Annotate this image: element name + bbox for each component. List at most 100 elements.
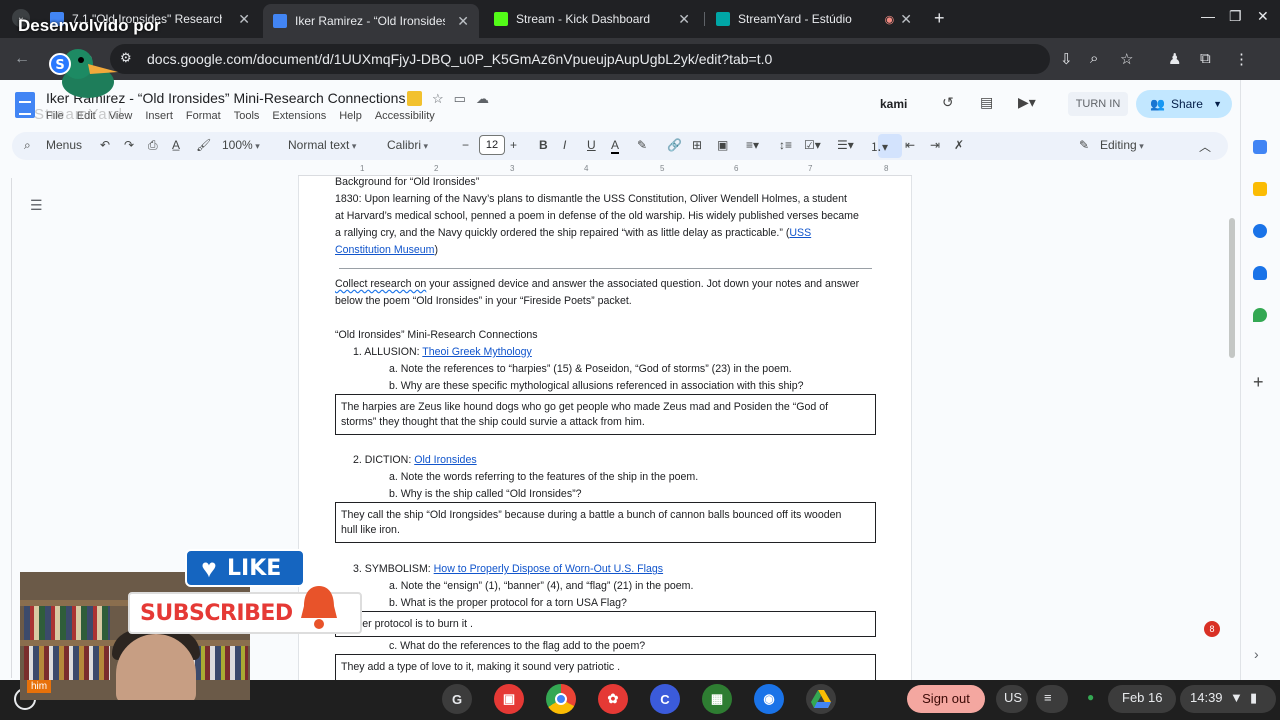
keep-icon[interactable] xyxy=(1253,182,1267,196)
site-info-icon[interactable]: ⚙ xyxy=(120,50,132,66)
close-window-icon[interactable]: ✕ xyxy=(1257,8,1269,25)
menu-tools[interactable]: Tools xyxy=(234,110,260,122)
new-tab-icon[interactable]: + xyxy=(934,8,945,29)
move-folder-icon[interactable]: ▭ xyxy=(454,91,466,107)
tab-close-icon[interactable]: ✕ xyxy=(232,11,250,28)
browser-tab-active[interactable]: Iker Ramirez - “Old Ironsides” M... ✕ xyxy=(263,4,479,38)
comments-icon[interactable]: ▤ xyxy=(980,94,993,111)
profile-icon[interactable]: ♟ xyxy=(1168,50,1181,68)
chrome-app-icon[interactable] xyxy=(546,684,576,714)
tab-close-icon[interactable]: ✕ xyxy=(894,11,912,28)
print-icon[interactable]: ⎙ xyxy=(148,138,158,153)
classroom-app-icon[interactable]: ▦ xyxy=(702,684,732,714)
search-menus-label[interactable]: Menus xyxy=(46,138,82,152)
increase-font-icon[interactable]: + xyxy=(510,138,517,152)
add-addon-icon[interactable]: + xyxy=(1253,372,1264,393)
keyboard-lang[interactable]: US xyxy=(1004,690,1022,705)
maps-icon[interactable] xyxy=(1253,308,1267,322)
numbered-list-icon[interactable]: ⒈▾ xyxy=(870,138,888,155)
google-search-app-icon[interactable]: G xyxy=(442,684,472,714)
drive-app-icon[interactable] xyxy=(806,684,836,714)
sign-out-button[interactable]: Sign out xyxy=(907,685,985,713)
decrease-indent-icon[interactable]: ⇤ xyxy=(905,138,915,152)
canvas-app-icon[interactable]: ✿ xyxy=(598,684,628,714)
editing-mode-select[interactable]: Editing xyxy=(1100,138,1170,152)
docs-logo-icon[interactable] xyxy=(15,92,35,118)
clipboard-pill[interactable] xyxy=(1036,685,1068,713)
zoom-icon[interactable]: ⌕ xyxy=(1090,50,1098,67)
chevron-right-icon[interactable]: › xyxy=(1254,646,1259,662)
tasks-icon[interactable] xyxy=(1253,224,1267,238)
museum-link[interactable]: Constitution Museum xyxy=(335,244,435,256)
maximize-icon[interactable]: ❐ xyxy=(1229,8,1242,25)
bullet-list-icon[interactable]: ☰▾ xyxy=(837,138,854,152)
spellcheck-icon[interactable]: A̲ xyxy=(172,138,180,152)
menu-help[interactable]: Help xyxy=(339,110,362,122)
decrease-font-icon[interactable]: − xyxy=(462,138,469,152)
answer-box-1[interactable]: The harpies are Zeus like hound dogs who… xyxy=(335,394,876,435)
menu-format[interactable]: Format xyxy=(186,110,221,122)
share-button[interactable]: 👥 Share ▼ xyxy=(1136,90,1232,118)
tab-close-icon[interactable]: ✕ xyxy=(672,11,690,28)
contacts-icon[interactable] xyxy=(1253,266,1267,280)
italic-icon[interactable]: I xyxy=(563,138,566,152)
clipboard-icon[interactable]: ≡ xyxy=(1044,690,1052,705)
paint-format-icon[interactable]: 🖌 xyxy=(196,138,211,152)
line-spacing-icon[interactable]: ↕≡ xyxy=(779,138,792,152)
highlight-icon[interactable]: ✎ xyxy=(637,138,647,152)
extensions-icon[interactable]: ⧉ xyxy=(1200,50,1211,67)
q1-link[interactable]: Theoi Greek Mythology xyxy=(422,346,532,358)
insert-image-icon[interactable]: ▣ xyxy=(717,138,728,152)
browser-tab-kick[interactable]: Stream - Kick Dashboard ✕ xyxy=(484,6,700,32)
link-icon[interactable]: 🔗 xyxy=(667,138,682,152)
search-menus-icon[interactable]: ⌕ xyxy=(24,138,31,153)
clear-formatting-icon[interactable]: ✗ xyxy=(954,138,964,152)
install-app-icon[interactable]: ⇩ xyxy=(1060,50,1073,68)
turn-in-button[interactable]: TURN IN xyxy=(1068,92,1128,116)
url-text[interactable]: docs.google.com/document/d/1UUXmqFjyJ-DB… xyxy=(147,51,772,67)
document-page[interactable]: Background for “Old Ironsides” 1830: Upo… xyxy=(298,176,912,680)
answer-box-4[interactable]: They add a type of love to it, making it… xyxy=(335,654,876,680)
back-icon[interactable]: ← xyxy=(14,50,30,68)
document-scrollbar[interactable] xyxy=(1229,218,1235,358)
notification-badge[interactable]: 8 xyxy=(1204,621,1220,637)
collapse-toolbar-icon[interactable]: ︿ xyxy=(1199,138,1211,155)
q3-link[interactable]: How to Properly Dispose of Worn-Out U.S.… xyxy=(434,563,663,575)
kami-label-icon[interactable] xyxy=(407,91,422,106)
font-select[interactable]: Calibri xyxy=(387,138,428,152)
star-icon[interactable]: ☆ xyxy=(432,91,444,107)
increase-indent-icon[interactable]: ⇥ xyxy=(930,138,940,152)
answer-box-2[interactable]: They call the ship “Old Irongsides” beca… xyxy=(335,502,876,543)
q2-link[interactable]: Old Ironsides xyxy=(414,454,476,466)
bold-icon[interactable]: B xyxy=(539,138,548,152)
minimize-icon[interactable]: — xyxy=(1201,8,1215,24)
kami-button[interactable]: kami xyxy=(880,97,907,111)
menu-extensions[interactable]: Extensions xyxy=(272,110,326,122)
omnibox[interactable]: ⚙ docs.google.com/document/d/1UUXmqFjyJ-… xyxy=(110,44,1050,74)
style-select[interactable]: Normal text xyxy=(288,138,356,152)
font-size-input[interactable]: 12 xyxy=(479,135,505,155)
add-comment-icon[interactable]: ⊞ xyxy=(692,138,702,152)
underline-icon[interactable]: U xyxy=(587,138,596,152)
answer-box-3[interactable]: proper protocol is to burn it . xyxy=(335,611,876,637)
menu-icon[interactable]: ⋮ xyxy=(1234,50,1249,68)
menu-insert[interactable]: Insert xyxy=(145,110,173,122)
checklist-icon[interactable]: ☑▾ xyxy=(804,138,821,152)
date-label[interactable]: Feb 16 xyxy=(1122,690,1162,705)
classlink-app-icon[interactable]: C xyxy=(650,684,680,714)
browser-tab-streamyard[interactable]: StreamYard - Estúdio ◉ ✕ xyxy=(706,6,922,32)
uss-link[interactable]: USS xyxy=(789,227,811,239)
chevron-down-icon[interactable]: ▼ xyxy=(1213,99,1222,109)
text-color-icon[interactable]: A xyxy=(611,138,620,154)
camera-app-icon[interactable]: ◉ xyxy=(754,684,784,714)
calendar-icon[interactable] xyxy=(1253,140,1267,154)
screencast-app-icon[interactable]: ▣ xyxy=(494,684,524,714)
tab-close-icon[interactable]: ✕ xyxy=(451,13,469,30)
document-outline-icon[interactable]: ☰ xyxy=(30,197,43,214)
redo-icon[interactable]: ↷ xyxy=(124,138,134,152)
version-history-icon[interactable]: ↺ xyxy=(942,94,954,111)
bookmark-star-icon[interactable]: ☆ xyxy=(1120,50,1133,68)
meet-icon[interactable]: ▶▾ xyxy=(1018,94,1036,111)
time-label[interactable]: 14:39 xyxy=(1190,690,1223,705)
editing-pencil-icon[interactable]: ✎ xyxy=(1079,138,1089,152)
